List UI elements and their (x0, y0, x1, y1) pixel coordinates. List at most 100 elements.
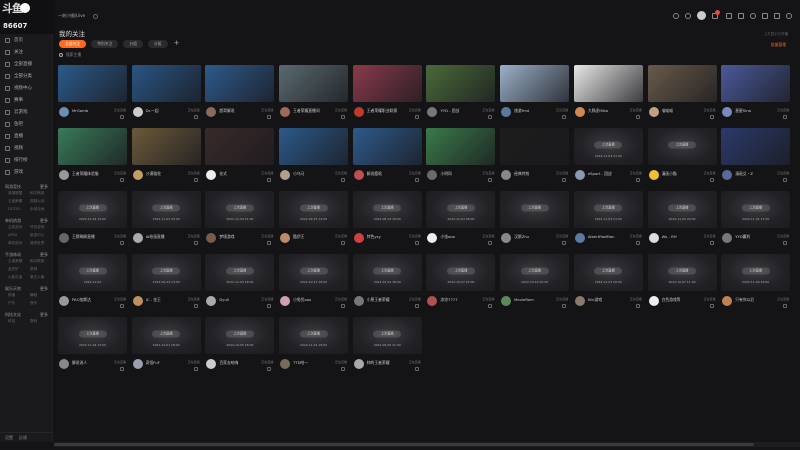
streamer-card[interactable]: 小明同 正在直播 (426, 128, 496, 187)
category-link[interactable]: 火影忍者 (8, 275, 30, 280)
category-link[interactable]: 穿越火线 (30, 199, 52, 204)
scrollbar-thumb[interactable] (54, 443, 754, 446)
streamer-card[interactable]: 星星Sina 正在直播 (721, 65, 791, 124)
bookmark-icon[interactable] (267, 241, 272, 245)
avatar[interactable] (353, 233, 364, 243)
category-section-header[interactable]: 娱乐天地 更多 (0, 284, 52, 293)
category-link[interactable]: 金铲铲 (8, 267, 30, 272)
streamer-name[interactable]: 星星Sina (735, 108, 751, 114)
streamer-name[interactable]: 王牌刷刷直播 (72, 234, 95, 240)
stream-thumbnail[interactable] (279, 128, 349, 165)
bookmark-icon[interactable] (488, 241, 493, 245)
avatar[interactable] (59, 233, 69, 243)
streamer-name[interactable]: 帅的王者荣耀 (367, 360, 390, 366)
streamer-name[interactable]: 百家去哈嗨 (219, 360, 238, 366)
category-link[interactable]: DOTA2 (8, 207, 30, 212)
bookmark-icon[interactable] (193, 115, 198, 119)
stream-thumbnail[interactable]: 上次直播 2021-12-01 18:00 (131, 317, 201, 354)
bookmark-icon[interactable] (341, 304, 346, 308)
streamer-card[interactable]: 上次直播 2022-10-07 22:00 凉凉7777 正在直播 (426, 254, 496, 313)
category-link[interactable]: 音乐 (30, 301, 52, 306)
category-section-header[interactable]: 网游竞技 更多 (0, 182, 52, 191)
avatar[interactable] (501, 233, 512, 243)
tab-group-dropdown[interactable]: 分组 (147, 40, 168, 48)
streamer-name[interactable]: 王者荣耀直播间 (293, 108, 320, 114)
streamer-name[interactable]: 喵喵喵 (662, 108, 673, 114)
stream-thumbnail[interactable]: 上次直播 2022-11-03 20:00 (573, 254, 643, 291)
avatar[interactable] (206, 107, 217, 117)
bookmark-icon[interactable] (193, 367, 198, 371)
bookmark-icon[interactable] (488, 115, 493, 119)
category-link[interactable]: 英雄联盟 (8, 191, 30, 196)
streamer-card[interactable]: 旅游frnd 正在直播 (500, 65, 570, 124)
streamer-card[interactable]: 沙漠骆驼 正在直播 (131, 128, 201, 187)
avatar[interactable] (722, 233, 733, 243)
sidebar-item[interactable]: 鱼吧 (0, 118, 52, 130)
streamer-name[interactable]: 特色ysy (367, 234, 381, 240)
avatar[interactable] (132, 170, 143, 180)
search-streamer[interactable]: 搜索主播 (59, 52, 81, 58)
streamer-card[interactable]: 上次直播 2022-11-03 20:00 Wo - RH 正在直播 (647, 191, 717, 250)
bookmark-icon[interactable] (414, 241, 419, 245)
bookmark-icon[interactable] (488, 178, 493, 182)
bookmark-icon[interactable] (120, 115, 124, 119)
avatar[interactable] (722, 296, 733, 306)
stream-thumbnail[interactable] (573, 65, 643, 102)
gift-icon[interactable] (738, 12, 744, 19)
window-tab-title[interactable]: 一刻小镜队live (58, 13, 85, 19)
bookmark-icon[interactable] (414, 115, 419, 119)
bookmark-icon[interactable] (783, 304, 788, 308)
bookmark-icon[interactable] (193, 304, 198, 308)
avatar[interactable] (501, 296, 512, 306)
streamer-card[interactable]: 上次直播 2022-11-02 PAO加斯达 正在直播 (58, 254, 127, 313)
bookmark-icon[interactable] (414, 178, 419, 182)
bookmark-icon[interactable] (341, 178, 346, 182)
bookmark-icon[interactable] (267, 304, 272, 308)
avatar[interactable] (132, 359, 143, 369)
avatar[interactable] (59, 170, 69, 180)
sidebar-item[interactable]: 排行榜 (0, 154, 52, 166)
stream-thumbnail[interactable] (426, 128, 496, 165)
horizontal-scrollbar[interactable] (54, 442, 800, 447)
streamer-name[interactable]: 沙漠骆驼 (146, 171, 161, 177)
tab-special-follows[interactable]: 特别关注 (91, 40, 119, 48)
streamer-name[interactable]: 小张ooo (440, 234, 455, 240)
avatar[interactable] (280, 233, 291, 243)
streamer-name[interactable]: JC - 金王 (146, 297, 161, 303)
bookmark-icon[interactable] (562, 241, 567, 245)
avatar[interactable] (59, 107, 69, 117)
streamer-card[interactable]: 上次直播 2022-11-04 13:00 解说说人 正在直播 (58, 317, 127, 376)
avatar[interactable] (206, 296, 217, 306)
streamer-card[interactable]: 上次直播 2022-09-24 13:00 JC - 金王 正在直播 (131, 254, 201, 313)
streamer-name[interactable]: 汉斯Zhu (514, 234, 529, 240)
streamer-name[interactable]: Dr.一起 (146, 108, 159, 114)
sidebar-item[interactable]: 云游戏 (0, 106, 52, 118)
avatar[interactable] (574, 233, 585, 243)
streamer-card[interactable]: 喵喵喵 正在直播 (647, 65, 717, 124)
bookmark-icon[interactable] (635, 115, 640, 119)
bookmark-icon[interactable] (120, 367, 124, 371)
avatar[interactable] (132, 233, 143, 243)
avatar[interactable] (132, 107, 143, 117)
stream-thumbnail[interactable]: 上次直播 2022-11-03 20:00 (647, 191, 717, 228)
avatar[interactable] (280, 359, 291, 369)
settings-button[interactable]: 设置 (5, 435, 13, 441)
bookmark-icon[interactable] (193, 241, 198, 245)
bookmark-icon[interactable] (341, 241, 346, 245)
bookmark-icon[interactable] (635, 178, 640, 182)
streamer-card[interactable]: 上次直播 2022-11-04 16:00 只有你以后 正在直播 (721, 254, 791, 313)
user-avatar[interactable] (697, 11, 706, 20)
bookmark-icon[interactable] (562, 178, 567, 182)
avatar[interactable] (206, 170, 217, 180)
streamer-name[interactable]: MovieRom (514, 297, 534, 302)
streamer-name[interactable]: Kiki游戏 (588, 297, 602, 303)
stream-thumbnail[interactable]: 上次直播 (500, 191, 570, 228)
streamer-name[interactable]: 梦境游戏 (219, 234, 234, 240)
category-section-header[interactable]: 科技文化 更多 (0, 310, 52, 319)
stream-thumbnail[interactable]: 上次直播 2022-11-02 (58, 254, 127, 291)
bookmark-icon[interactable] (267, 367, 272, 371)
stream-thumbnail[interactable]: 上次直播 2022-10-10 20:00 (500, 254, 570, 291)
stream-thumbnail[interactable] (500, 128, 570, 165)
stream-thumbnail[interactable] (131, 65, 201, 102)
streamer-name[interactable]: YYD - 团战 (440, 108, 459, 114)
